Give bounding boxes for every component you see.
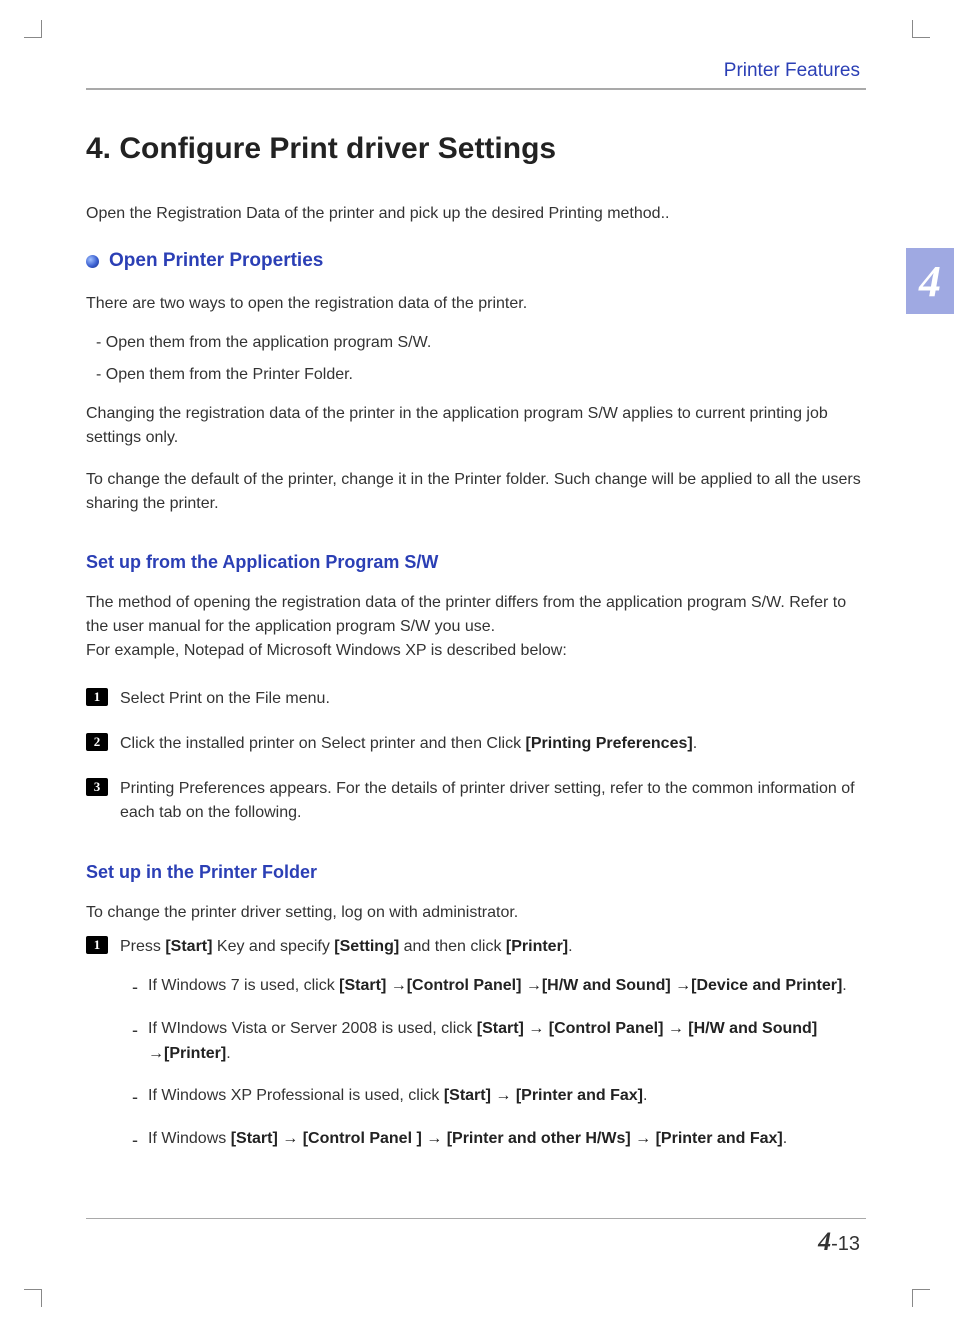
footer-sep: - [831,1233,838,1255]
step-number-icon: 1 [86,936,108,954]
body-text: The method of opening the registration d… [86,591,866,663]
body-text: Changing the registration data of the pr… [86,402,866,450]
list-item: Open them from the application program S… [96,334,866,352]
step-item: 1 Select Print on the File menu. [86,687,866,712]
footer-page: 13 [838,1233,860,1255]
footer-chapter: 4 [818,1227,831,1256]
header-rule [86,88,866,90]
list-item: If WIndows Vista or Server 2008 is used,… [128,1017,866,1067]
subheading-text: Open Printer Properties [109,250,323,272]
step-item: 1 Press [Start] Key and specify [Setting… [86,935,866,1152]
body-text: To change the printer driver setting, lo… [86,901,866,925]
list-item: If Windows [Start] → [Control Panel ] → … [128,1127,866,1152]
step-text: Press [Start] Key and specify [Setting] … [120,938,573,955]
footer: 4-13 [86,1186,866,1257]
body-text: To change the default of the printer, ch… [86,468,866,516]
crop-mark-tr [912,20,930,38]
crop-mark-tl [24,20,42,38]
sub-bullet-list: If Windows 7 is used, click [Start] →[Co… [120,974,866,1152]
numbered-steps: 1 Press [Start] Key and specify [Setting… [86,935,866,1152]
subheading-open-properties: Open Printer Properties [86,250,866,272]
page-number: 4-13 [86,1227,866,1257]
subheading-setup-app: Set up from the Application Program S/W [86,552,866,573]
intro-paragraph: Open the Registration Data of the printe… [86,202,866,226]
step-item: 3 Printing Preferences appears. For the … [86,777,866,827]
list-item: If Windows 7 is used, click [Start] →[Co… [128,974,866,999]
subheading-setup-folder: Set up in the Printer Folder [86,862,866,883]
step-text: Click the installed printer on Select pr… [120,735,697,752]
step-item: 2 Click the installed printer on Select … [86,732,866,757]
list-item: Open them from the Printer Folder. [96,366,866,384]
running-head: Printer Features [86,60,866,82]
chapter-tab: 4 [906,248,954,314]
title-number: 4. [86,132,111,165]
step-text: Printing Preferences appears. For the de… [120,780,855,822]
numbered-steps: 1 Select Print on the File menu. 2 Click… [86,687,866,826]
page-content: Printer Features 4 4. Configure Print dr… [86,60,866,1257]
step-number-icon: 3 [86,778,108,796]
list-item: If Windows XP Professional is used, clic… [128,1084,866,1109]
crop-mark-bl [24,1289,42,1307]
step-number-icon: 1 [86,688,108,706]
footer-rule [86,1218,866,1219]
page-title: 4. Configure Print driver Settings [86,132,866,166]
title-text: Configure Print driver Settings [119,132,556,165]
step-number-icon: 2 [86,733,108,751]
dash-list: Open them from the application program S… [86,334,866,384]
body-text: There are two ways to open the registrat… [86,292,866,316]
step-text: Select Print on the File menu. [120,690,330,707]
crop-mark-br [912,1289,930,1307]
bullet-icon [86,255,99,268]
